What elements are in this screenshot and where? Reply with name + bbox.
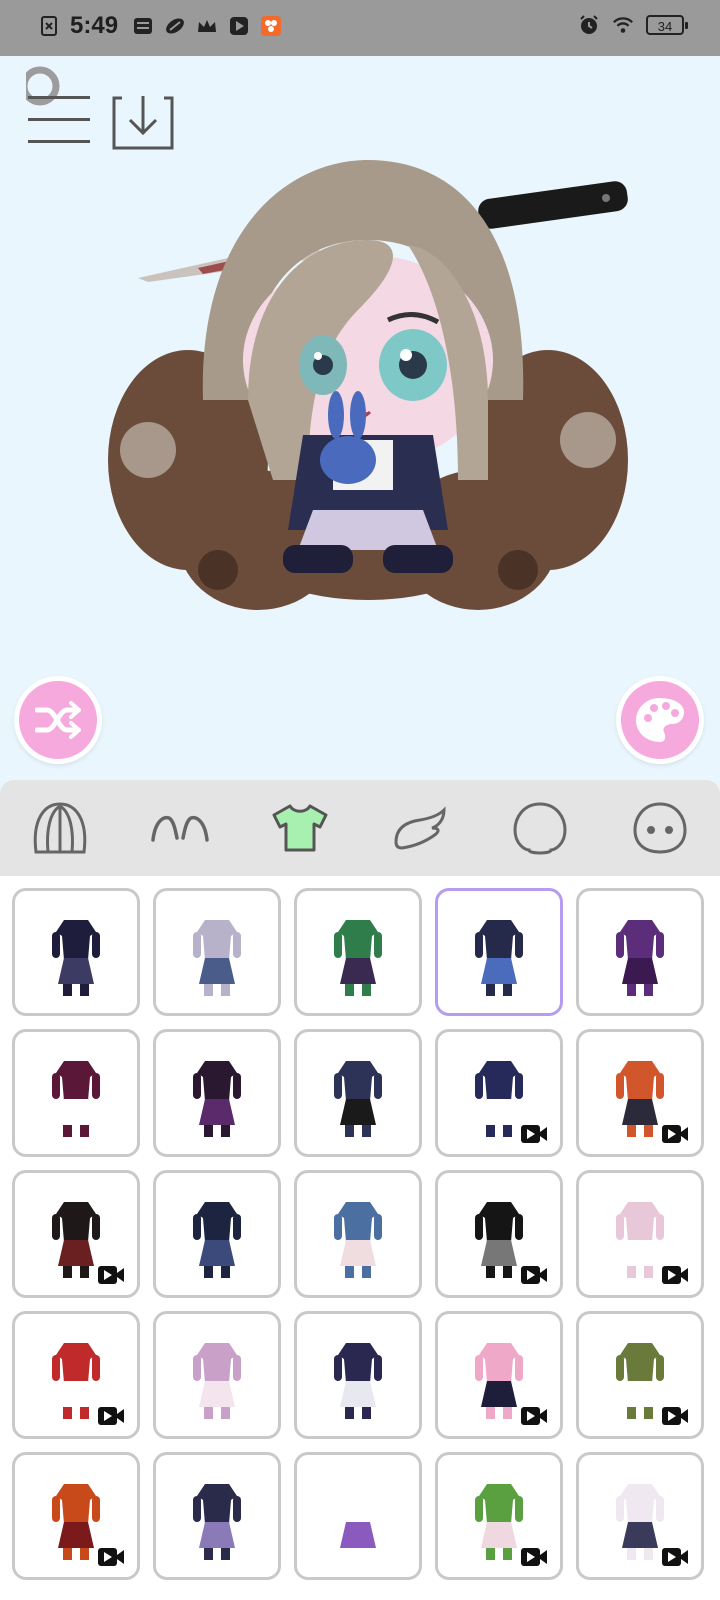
outfit-thumbnail (334, 1343, 382, 1419)
tab-wings[interactable] (380, 788, 460, 868)
outfit-grid (12, 888, 712, 1580)
shuffle-icon (35, 701, 81, 739)
outfit-item[interactable] (12, 1311, 140, 1439)
video-ad-icon (662, 1548, 688, 1566)
outfit-thumbnail (334, 1061, 382, 1137)
status-bar: 5:49 34 (0, 0, 720, 56)
outfit-item[interactable] (435, 1170, 563, 1298)
outfit-item[interactable] (294, 1170, 422, 1298)
menu-button[interactable] (26, 62, 90, 152)
clock-time: 5:49 (70, 12, 119, 39)
outfit-thumbnail (193, 1061, 241, 1137)
face-icon (633, 802, 687, 854)
outfit-item[interactable] (12, 1452, 140, 1580)
outfit-item[interactable] (153, 1311, 281, 1439)
shuffle-button[interactable] (14, 676, 102, 764)
video-ad-icon (98, 1266, 124, 1284)
outfit-item[interactable] (435, 1452, 563, 1580)
outfit-item[interactable] (435, 888, 563, 1016)
outfit-item[interactable] (294, 1311, 422, 1439)
video-ad-icon (521, 1266, 547, 1284)
tab-head[interactable] (500, 788, 580, 868)
battery-icon: 34 (646, 15, 688, 35)
outfit-thumbnail (52, 1061, 100, 1137)
outfit-item[interactable] (153, 1029, 281, 1157)
head-outline-icon (513, 802, 567, 855)
tab-face[interactable] (620, 788, 700, 868)
outfit-item[interactable] (12, 1170, 140, 1298)
outfit-thumbnail (475, 920, 523, 996)
video-ad-icon (98, 1548, 124, 1566)
category-tabs (0, 780, 720, 876)
outfit-thumbnail (334, 1202, 382, 1278)
outfit-thumbnail (616, 920, 664, 996)
tab-hair-back[interactable] (20, 788, 100, 868)
tab-eyebrows[interactable] (140, 788, 220, 868)
crown-icon (198, 20, 217, 32)
outfit-item[interactable] (294, 1452, 422, 1580)
video-ad-icon (98, 1407, 124, 1425)
outfit-thumbnail (334, 1484, 382, 1560)
video-ad-icon (662, 1407, 688, 1425)
outfit-item[interactable] (294, 888, 422, 1016)
play-store-icon (230, 17, 249, 35)
outfit-item[interactable] (12, 888, 140, 1016)
outfit-item[interactable] (153, 1452, 281, 1580)
outfit-item[interactable] (294, 1029, 422, 1157)
news-icon (134, 18, 153, 34)
outfit-item[interactable] (435, 1029, 563, 1157)
outfit-item[interactable] (576, 1029, 704, 1157)
outfit-item[interactable] (435, 1311, 563, 1439)
palette-icon (636, 698, 684, 742)
outfit-item[interactable] (576, 1311, 704, 1439)
video-ad-icon (521, 1125, 547, 1143)
outfit-item[interactable] (153, 1170, 281, 1298)
outfit-thumbnail (193, 920, 241, 996)
eyebrows-icon (151, 815, 209, 842)
outfit-thumbnail (193, 1202, 241, 1278)
outfit-item[interactable] (12, 1029, 140, 1157)
hair-back-icon (33, 802, 87, 854)
app-icon (261, 16, 282, 36)
video-ad-icon (662, 1266, 688, 1284)
outfit-thumbnail (193, 1484, 241, 1560)
shirt-icon (272, 804, 328, 852)
sim-off-icon (41, 16, 57, 36)
outfit-item[interactable] (153, 888, 281, 1016)
outfit-thumbnail (52, 920, 100, 996)
rugby-icon (166, 18, 184, 34)
menu-icon (26, 66, 90, 143)
outfit-item[interactable] (576, 1170, 704, 1298)
video-ad-icon (521, 1407, 547, 1425)
download-icon (112, 96, 174, 150)
character-avatar (108, 160, 628, 610)
wifi-icon (613, 17, 633, 33)
outfit-item[interactable] (576, 1452, 704, 1580)
tab-clothes[interactable] (260, 788, 340, 868)
alarm-icon (580, 15, 598, 34)
video-ad-icon (662, 1125, 688, 1143)
outfit-thumbnail (334, 920, 382, 996)
outfit-item[interactable] (576, 888, 704, 1016)
video-ad-icon (521, 1548, 547, 1566)
wing-icon (394, 806, 446, 850)
save-button[interactable] (110, 92, 176, 154)
outfit-thumbnail (193, 1343, 241, 1419)
palette-button[interactable] (616, 676, 704, 764)
